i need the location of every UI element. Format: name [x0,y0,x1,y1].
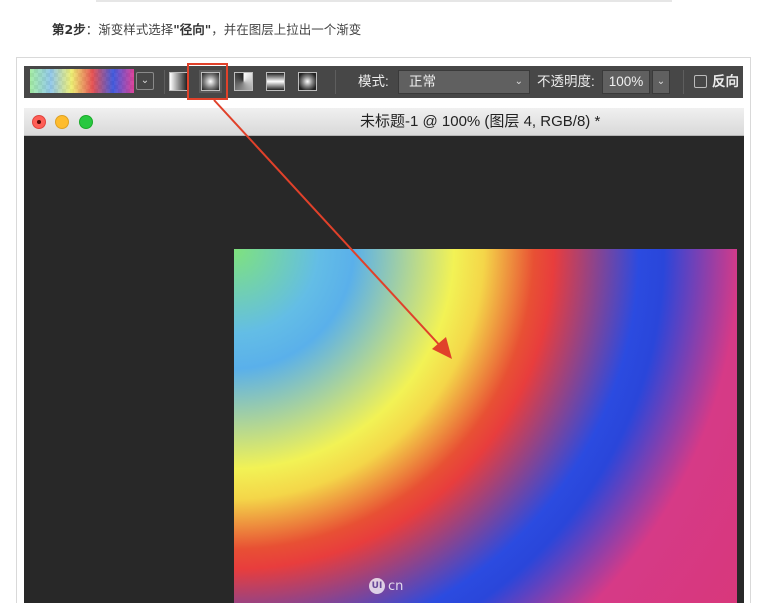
site-watermark: UI cn [369,578,403,594]
chevron-down-icon: ⌄ [514,76,523,87]
mode-value: 正常 [409,74,436,89]
gradient-preview-swatch[interactable] [30,69,134,93]
toolbar-separator [335,70,336,94]
linear-gradient-button[interactable] [169,72,188,91]
chevron-down-icon[interactable]: ⌄ [136,72,154,90]
opacity-input[interactable]: 100% [602,70,650,94]
reverse-label: 反向 [712,74,739,89]
reflected-gradient-button[interactable] [266,72,285,91]
step-label: 第2步 [52,22,86,37]
document-title-bar: 未标题-1 @ 100% (图层 4, RGB/8) * [24,108,744,136]
document-title: 未标题-1 @ 100% (图层 4, RGB/8) * [360,113,601,130]
mode-label: 模式: [358,74,389,89]
reverse-checkbox[interactable] [694,75,707,88]
toolbar-separator [164,70,165,94]
watermark-text: cn [388,578,404,594]
angle-gradient-button[interactable] [234,72,253,91]
step-emphasis: "径向" [173,22,212,37]
toolbar-separator [683,70,684,94]
radial-button-highlight [187,63,228,100]
chevron-down-icon[interactable]: ⌄ [652,70,670,94]
step-text-before: 渐变样式选择 [98,22,174,37]
close-window-button[interactable] [32,115,46,129]
radial-gradient-layer[interactable] [234,249,737,603]
watermark-logo-icon: UI [369,578,385,594]
opacity-label: 不透明度: [537,74,595,89]
top-divider [96,0,672,2]
zoom-window-button[interactable] [79,115,93,129]
step-colon: ： [85,22,99,37]
document-canvas[interactable] [24,136,744,603]
step-instruction: 第2步：渐变样式选择"径向"，并在图层上拉出一个渐变 [52,22,361,38]
step-text-after: ，并在图层上拉出一个渐变 [211,22,362,37]
mode-select[interactable]: 正常 ⌄ [398,70,530,94]
diamond-gradient-button[interactable] [298,72,317,91]
minimize-window-button[interactable] [55,115,69,129]
gradient-options-bar: ⌄ 模式: 正常 ⌄ 不透明度: 100% ⌄ 反向 [24,66,743,98]
